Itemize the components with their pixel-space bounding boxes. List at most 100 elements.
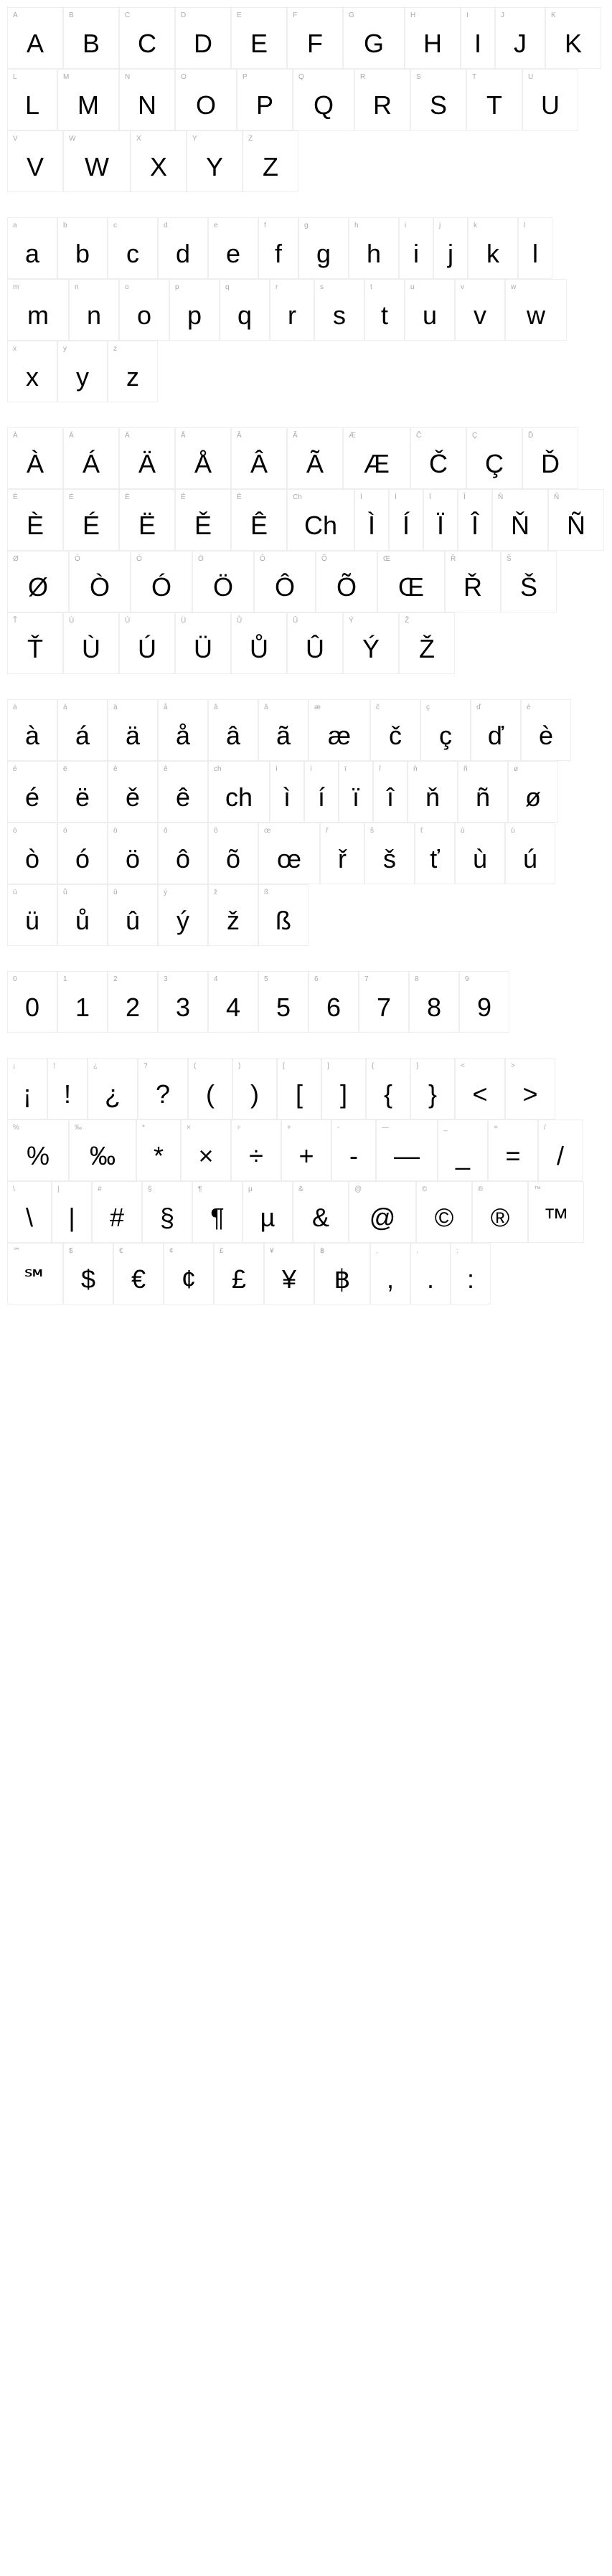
glyph-cell: ÆÆ (343, 427, 410, 489)
glyph: P (237, 84, 292, 130)
glyph-label: î (374, 762, 407, 776)
glyph: ÷ (232, 1135, 281, 1180)
glyph-cell: << (455, 1058, 505, 1119)
glyph-label: Ô (255, 551, 315, 566)
glyph: > (506, 1073, 555, 1119)
glyph-label: V (8, 131, 62, 146)
glyph: Ì (355, 504, 388, 550)
glyph-cell: òò (7, 823, 57, 884)
glyph: Ã (288, 442, 342, 488)
glyph: ? (138, 1073, 187, 1119)
glyph: © (417, 1196, 471, 1242)
glyph-label: Ø (8, 551, 68, 566)
glyph-cell: ¡¡ (7, 1058, 47, 1119)
glyph: Œ (378, 566, 444, 612)
glyph: | (52, 1196, 91, 1242)
glyph-cell: ůů (57, 884, 108, 946)
glyph-cell: ÖÖ (192, 551, 254, 612)
glyph-cell: žž (208, 884, 258, 946)
glyph-label: = (489, 1120, 537, 1135)
glyph-cell: šš (364, 823, 415, 884)
glyph: - (332, 1135, 375, 1180)
glyph: Ë (120, 504, 174, 550)
glyph-label: j (434, 218, 467, 232)
glyph-label: \ (8, 1182, 51, 1196)
glyph: ò (8, 838, 57, 884)
glyph-cell: àà (7, 699, 57, 761)
glyph-label: ã (259, 700, 308, 714)
glyph-label: 6 (309, 972, 358, 986)
glyph-label: - (332, 1120, 375, 1135)
glyph: x (8, 356, 57, 402)
glyph-cell: ŘŘ (445, 551, 501, 612)
glyph: × (182, 1135, 230, 1180)
glyph: ë (58, 776, 107, 822)
glyph-label: œ (259, 823, 319, 838)
glyph-cell: ââ (208, 699, 258, 761)
glyph: Ch (288, 504, 354, 550)
glyph-cell: 77 (359, 971, 409, 1033)
glyph: É (64, 504, 118, 550)
glyph: — (377, 1135, 437, 1180)
glyph-label: S (411, 70, 466, 84)
glyph-cell: QQ (293, 69, 354, 131)
glyph-label: 7 (359, 972, 408, 986)
glyph-cell: ÓÓ (131, 551, 192, 612)
glyph-label: Y (187, 131, 242, 146)
glyph-cell: ùù (455, 823, 505, 884)
glyph-label: ò (8, 823, 57, 838)
glyph-cell: MM (57, 69, 119, 131)
glyph: Č (411, 442, 466, 488)
glyph-label: ó (58, 823, 107, 838)
glyph-group-lowercase: aabbccddeeffgghhiijjkkllmmnnooppqqrrsstt… (0, 210, 612, 420)
glyph-label: o (120, 280, 169, 294)
glyph-cell: ÕÕ (316, 551, 377, 612)
glyph-label: d (159, 218, 207, 232)
glyph-label: f (259, 218, 298, 232)
glyph-label: e (209, 218, 258, 232)
glyph-cell: >> (505, 1058, 555, 1119)
glyph-label: m (8, 280, 68, 294)
glyph-label: k (469, 218, 517, 232)
glyph-label: µ (243, 1182, 292, 1196)
glyph: ¿ (88, 1073, 137, 1119)
glyph: ř (321, 838, 364, 884)
glyph: [ (278, 1073, 321, 1119)
glyph: : (451, 1258, 490, 1304)
glyph-label: r (270, 280, 314, 294)
glyph-cell: üü (7, 884, 57, 946)
glyph-label: Ë (120, 490, 174, 504)
glyph-cell: ww (505, 279, 567, 341)
glyph-label: ¶ (193, 1182, 242, 1196)
glyph-label: é (8, 762, 57, 776)
glyph-label: ¿ (88, 1059, 137, 1073)
glyph: M (58, 84, 118, 130)
glyph-label: R (355, 70, 410, 84)
glyph: § (143, 1196, 192, 1242)
glyph-label: Ů (232, 613, 286, 628)
glyph: . (411, 1258, 450, 1304)
glyph-label: { (367, 1059, 410, 1073)
glyph: € (114, 1258, 163, 1304)
glyph-cell: ÒÒ (69, 551, 131, 612)
glyph: ) (233, 1073, 276, 1119)
glyph-cell: ää (108, 699, 158, 761)
glyph-cell: ¢¢ (164, 1243, 214, 1304)
glyph-label: Ç (467, 428, 522, 442)
glyph-label: O (176, 70, 236, 84)
glyph: r (270, 294, 314, 340)
glyph-label: 0 (8, 972, 57, 986)
glyph-cell: éé (7, 761, 57, 823)
glyph-cell: hh (349, 217, 399, 279)
glyph-label: Ì (355, 490, 388, 504)
glyph-label: û (108, 885, 157, 899)
glyph: 9 (460, 986, 509, 1032)
glyph: _ (438, 1135, 487, 1180)
glyph-label: Š (502, 551, 556, 566)
glyph: e (209, 232, 258, 278)
glyph-cell: jj (433, 217, 468, 279)
glyph-cell: ŠŠ (501, 551, 557, 612)
glyph-label: á (58, 700, 107, 714)
glyph: £ (215, 1258, 263, 1304)
glyph-label: n (70, 280, 118, 294)
